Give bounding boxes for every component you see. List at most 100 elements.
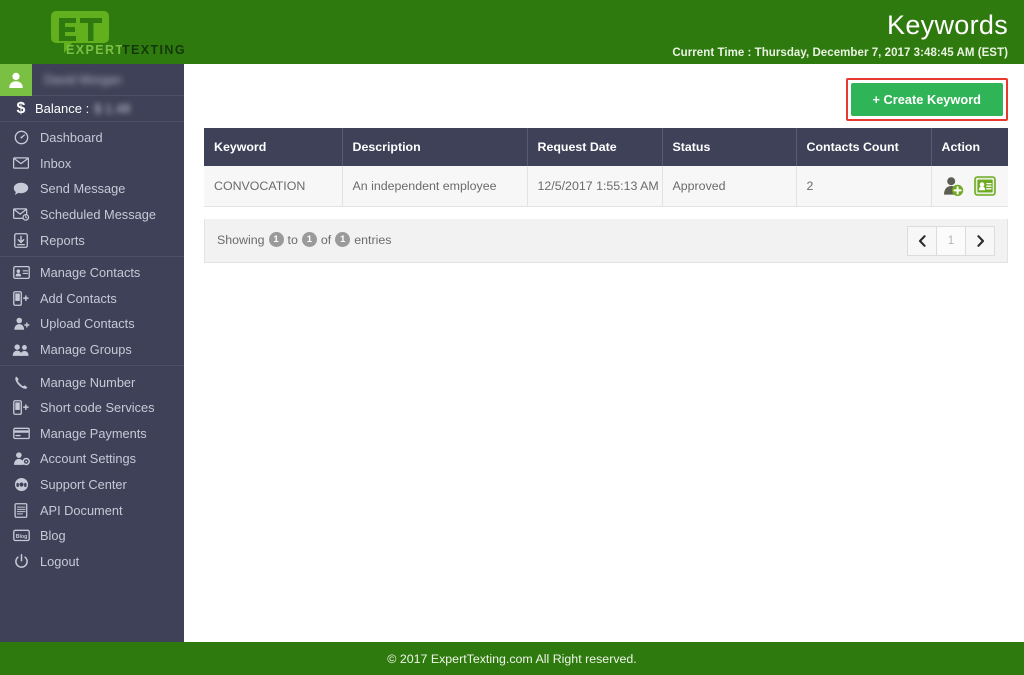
- table-header: Keyword Description Request Date Status …: [204, 128, 1008, 166]
- keywords-table: Keyword Description Request Date Status …: [204, 128, 1008, 207]
- table-body: CONVOCATION An independent employee 12/5…: [204, 166, 1008, 207]
- cell-action: [931, 166, 1008, 207]
- sidebar-item-label: Reports: [40, 233, 85, 248]
- showing-to-word: to: [288, 233, 298, 247]
- phone-plus-icon: [9, 400, 33, 415]
- sidebar-group-messaging: Dashboard Inbox Send Message Scheduled M…: [0, 122, 184, 257]
- chevron-right-icon: [976, 235, 985, 247]
- keywords-table-panel: Keyword Description Request Date Status …: [204, 128, 1008, 207]
- column-header-contacts-count[interactable]: Contacts Count: [796, 128, 931, 166]
- pagination-prev-button[interactable]: [907, 226, 937, 256]
- sidebar-item-label: Manage Number: [40, 375, 135, 390]
- speech-bubble-icon: [9, 182, 33, 196]
- showing-entries-text: Showing 1 to 1 of 1 entries: [217, 232, 391, 247]
- current-time-label: Current Time : Thursday, December 7, 201…: [672, 47, 1008, 59]
- sidebar-item-api-document[interactable]: API Document: [0, 497, 184, 523]
- table-header-row: Keyword Description Request Date Status …: [204, 128, 1008, 166]
- sidebar-balance-row[interactable]: $ Balance : $ 1.48: [0, 96, 184, 122]
- top-header-bar: EXPERT TEXTING Keywords Current Time : T…: [0, 0, 1024, 64]
- user-avatar-icon: [6, 70, 26, 90]
- brand-logo[interactable]: EXPERT TEXTING: [42, 8, 202, 58]
- cell-request-date: 12/5/2017 1:55:13 AM: [527, 166, 662, 207]
- sidebar-group-account: Manage Number Short code Services Manage…: [0, 366, 184, 577]
- table-footer-bar: Showing 1 to 1 of 1 entries 1: [204, 219, 1008, 263]
- sidebar-item-upload-contacts[interactable]: Upload Contacts: [0, 311, 184, 337]
- table-row[interactable]: CONVOCATION An independent employee 12/5…: [204, 166, 1008, 207]
- sidebar-item-manage-groups[interactable]: Manage Groups: [0, 337, 184, 363]
- envelope-clock-icon: [9, 208, 33, 221]
- power-icon: [9, 554, 33, 569]
- dashboard-gauge-icon: [9, 130, 33, 145]
- avatar: [0, 64, 32, 96]
- sidebar-item-manage-number[interactable]: Manage Number: [0, 369, 184, 395]
- blog-icon: Blog: [9, 529, 33, 542]
- showing-prefix: Showing: [217, 233, 265, 247]
- column-header-request-date[interactable]: Request Date: [527, 128, 662, 166]
- logo-text-texting: TEXTING: [122, 43, 186, 57]
- headset-support-icon: [9, 477, 33, 492]
- page-footer: © 2017 ExpertTexting.com All Right reser…: [0, 642, 1024, 675]
- sidebar-item-manage-payments[interactable]: Manage Payments: [0, 421, 184, 447]
- sidebar-item-scheduled-message[interactable]: Scheduled Message: [0, 202, 184, 228]
- person-plus-icon: [9, 316, 33, 331]
- sidebar-item-label: Support Center: [40, 477, 127, 492]
- sidebar-item-dashboard[interactable]: Dashboard: [0, 125, 184, 151]
- contact-card-icon: [9, 266, 33, 279]
- download-box-icon: [9, 233, 33, 248]
- two-people-icon: [9, 343, 33, 357]
- sidebar-item-label: Short code Services: [40, 400, 155, 415]
- sidebar-item-account-settings[interactable]: Account Settings: [0, 446, 184, 472]
- footer-copyright: © 2017 ExpertTexting.com All Right reser…: [387, 652, 637, 666]
- sidebar-item-label: Manage Contacts: [40, 265, 140, 280]
- sidebar-item-manage-contacts[interactable]: Manage Contacts: [0, 260, 184, 286]
- page-title: Keywords: [887, 8, 1008, 42]
- sidebar-group-contacts: Manage Contacts Add Contacts Upload Cont…: [0, 257, 184, 366]
- sidebar: David Morgan $ Balance : $ 1.48 Dashboar…: [0, 64, 184, 642]
- svg-text:Blog: Blog: [15, 534, 27, 540]
- cell-description: An independent employee: [342, 166, 527, 207]
- showing-to-badge: 1: [302, 232, 317, 247]
- app-window: EXPERT TEXTING Keywords Current Time : T…: [0, 0, 1024, 675]
- cell-contacts-count: 2: [796, 166, 931, 207]
- add-contact-icon[interactable]: [942, 175, 964, 197]
- cell-status: Approved: [662, 166, 796, 207]
- person-gear-icon: [9, 451, 33, 466]
- sidebar-item-inbox[interactable]: Inbox: [0, 151, 184, 177]
- sidebar-item-label: Send Message: [40, 181, 125, 196]
- sidebar-item-reports[interactable]: Reports: [0, 227, 184, 253]
- pagination-page-1[interactable]: 1: [936, 226, 966, 256]
- sidebar-item-label: API Document: [40, 503, 123, 518]
- sidebar-item-send-message[interactable]: Send Message: [0, 176, 184, 202]
- expert-texting-logo-icon: EXPERT TEXTING: [42, 8, 202, 58]
- sidebar-item-add-contacts[interactable]: Add Contacts: [0, 286, 184, 312]
- envelope-icon: [9, 157, 33, 169]
- phone-handset-icon: [9, 375, 33, 390]
- create-keyword-button[interactable]: + Create Keyword: [851, 83, 1003, 116]
- document-icon: [9, 503, 33, 518]
- sidebar-item-logout[interactable]: Logout: [0, 549, 184, 575]
- main-content: + Create Keyword Keyword Description Req…: [184, 64, 1024, 642]
- sidebar-item-label: Inbox: [40, 156, 71, 171]
- balance-amount: $ 1.48: [94, 101, 130, 116]
- column-header-keyword[interactable]: Keyword: [204, 128, 342, 166]
- view-contacts-card-icon[interactable]: [974, 176, 996, 196]
- column-header-action: Action: [931, 128, 1008, 166]
- sidebar-user-row[interactable]: David Morgan: [0, 64, 184, 96]
- dollar-icon: $: [10, 100, 32, 118]
- sidebar-item-blog[interactable]: Blog Blog: [0, 523, 184, 549]
- action-icon-group: [942, 175, 999, 197]
- showing-from-badge: 1: [269, 232, 284, 247]
- sidebar-user-name: David Morgan: [44, 73, 122, 87]
- column-header-description[interactable]: Description: [342, 128, 527, 166]
- chevron-left-icon: [918, 235, 927, 247]
- pagination-next-button[interactable]: [965, 226, 995, 256]
- sidebar-item-label: Manage Groups: [40, 342, 132, 357]
- sidebar-item-support-center[interactable]: Support Center: [0, 472, 184, 498]
- sidebar-item-short-code-services[interactable]: Short code Services: [0, 395, 184, 421]
- sidebar-item-label: Add Contacts: [40, 291, 117, 306]
- sidebar-item-label: Upload Contacts: [40, 316, 135, 331]
- balance-label: Balance :: [35, 101, 89, 116]
- sidebar-item-label: Account Settings: [40, 451, 136, 466]
- showing-of-word: of: [321, 233, 331, 247]
- column-header-status[interactable]: Status: [662, 128, 796, 166]
